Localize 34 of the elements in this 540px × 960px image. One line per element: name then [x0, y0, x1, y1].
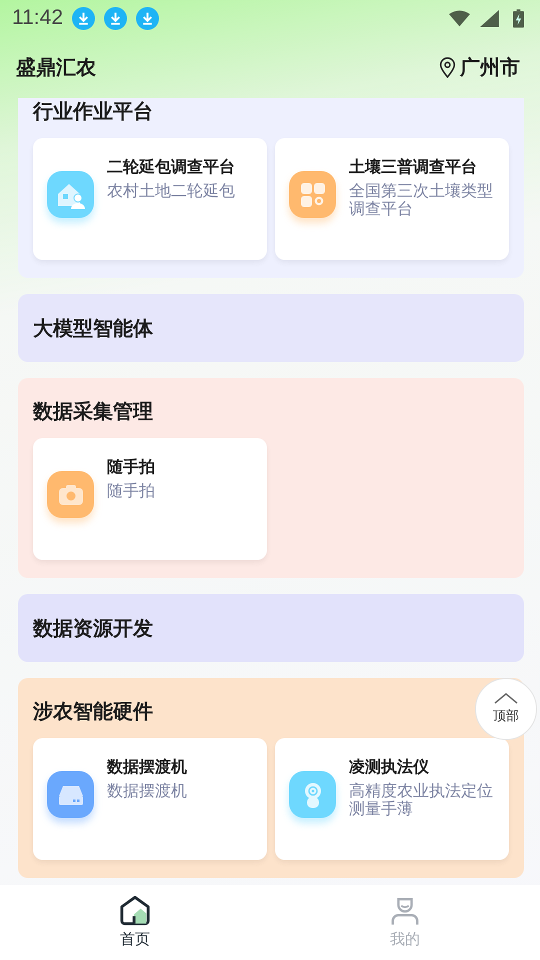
card-subtitle: 数据摆渡机 [107, 782, 187, 800]
nav-tab[interactable]: 首页 [0, 885, 270, 960]
chevron-up-icon [494, 693, 518, 704]
battery-icon [513, 8, 524, 28]
feature-card[interactable]: 随手拍 随手拍 [33, 438, 267, 560]
card-title: 随手拍 [107, 456, 155, 478]
feature-card[interactable]: 数据摆渡机 数据摆渡机 [33, 738, 267, 860]
section-title: 行业作业平台 [33, 98, 153, 124]
person-icon [389, 895, 421, 926]
download-icon [72, 6, 95, 30]
section-title: 数据资源开发 [33, 615, 153, 641]
card-subtitle: 全国第三次土壤类型调查平台 [349, 182, 494, 218]
card-title: 土壤三普调查平台 [349, 156, 478, 178]
card-title: 二轮延包调查平台 [107, 156, 235, 178]
signal-icon [479, 10, 500, 26]
feature-card[interactable]: 凌测执法仪 高精度农业执法定位测量手薄 [275, 738, 509, 860]
section-title: 涉农智能硬件 [33, 698, 153, 724]
section-title: 数据采集管理 [33, 398, 153, 424]
wifi-icon [449, 10, 470, 26]
section-title: 大模型智能体 [33, 315, 153, 341]
location-pin-icon [439, 56, 456, 78]
download-icon [136, 6, 159, 30]
card-subtitle: 高精度农业执法定位测量手薄 [349, 782, 494, 818]
home-icon [119, 895, 151, 926]
feature-card[interactable]: 土壤三普调查平台 全国第三次土壤类型调查平台 [275, 138, 509, 260]
card-title: 数据摆渡机 [107, 756, 187, 778]
card-title: 凌测执法仪 [349, 756, 430, 778]
card-subtitle: 农村土地二轮延包 [107, 182, 235, 200]
download-icon [104, 6, 127, 30]
status-time: 11:42 [12, 6, 63, 30]
location-button[interactable]: 广州市 [439, 54, 520, 80]
app-title: 盛鼎汇农 [16, 54, 96, 80]
feature-card[interactable]: 二轮延包调查平台 农村土地二轮延包 [33, 138, 267, 260]
card-subtitle: 随手拍 [107, 482, 155, 500]
